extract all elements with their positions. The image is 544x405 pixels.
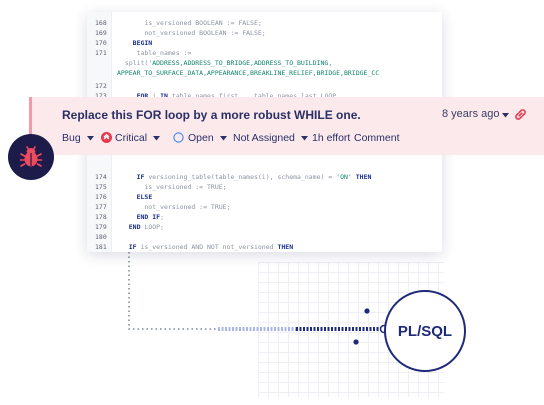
code-line: 169 not_versioned BOOLEAN := FALSE; <box>87 28 442 38</box>
line-number: 175 <box>95 183 107 191</box>
code-text: split('ADDRESS,ADDRESS_TO_BRIDGE,ADDRESS… <box>117 59 333 67</box>
code-text: IF versioning_table(table_names(i), sche… <box>136 173 372 181</box>
chevron-down-icon <box>300 135 308 141</box>
issue-type-dropdown[interactable]: Bug <box>62 132 94 144</box>
code-line: 178 END IF; <box>87 212 442 222</box>
code-line: split('ADDRESS,ADDRESS_TO_BRIDGE,ADDRESS… <box>87 58 442 68</box>
line-number: 178 <box>95 213 107 221</box>
code-line: 174 IF versioning_table(table_names(i), … <box>87 172 442 182</box>
code-line: 177 not_versioned := TRUE; <box>87 202 442 212</box>
code-line: 179 END LOOP; <box>87 222 442 232</box>
chevron-down-icon <box>153 135 161 141</box>
line-number: 174 <box>95 173 107 181</box>
code-text: END LOOP; <box>128 223 164 231</box>
code-line: 181 IF is_versioned AND NOT not_versione… <box>87 242 442 252</box>
code-text: not_versioned := TRUE; <box>117 203 231 211</box>
line-number: 181 <box>95 243 107 251</box>
code-text: BEGIN <box>132 39 153 47</box>
assignee-dropdown[interactable]: Not Assigned <box>233 132 308 144</box>
line-number: 179 <box>95 223 107 231</box>
issue-banner[interactable]: Replace this FOR loop by a more robust W… <box>29 97 544 155</box>
code-line: 180 <box>87 232 442 242</box>
line-number: 171 <box>95 49 107 57</box>
line-number: 169 <box>95 29 107 37</box>
code-line: APPEAR_TO_SURFACE_DATA,APPEARANCE,BREAKL… <box>87 68 442 78</box>
issue-title[interactable]: Replace this FOR loop by a more robust W… <box>62 108 361 122</box>
line-number: 176 <box>95 193 107 201</box>
chevron-down-icon <box>219 135 227 141</box>
code-text: is_versioned BOOLEAN := FALSE; <box>117 19 262 27</box>
severity-label: Critical <box>115 132 148 144</box>
assignee-label: Not Assigned <box>233 132 295 144</box>
issue-type-label: Bug <box>62 132 81 144</box>
code-text: APPEAR_TO_SURFACE_DATA,APPEARANCE,BREAKL… <box>117 69 380 77</box>
language-label: PL/SQL <box>397 322 453 340</box>
age-caret-icon[interactable] <box>502 113 509 118</box>
code-line: 171 table_names := <box>87 48 442 58</box>
code-text: ELSE <box>136 193 153 201</box>
code-line: 172 <box>87 81 442 91</box>
link-icon[interactable] <box>513 107 528 122</box>
chevron-down-icon <box>86 135 94 141</box>
bug-badge <box>8 134 54 180</box>
line-number: 172 <box>95 82 107 90</box>
line-number: 180 <box>95 233 107 241</box>
severity-dropdown[interactable]: Critical <box>101 132 161 144</box>
code-text: not_versioned BOOLEAN := FALSE; <box>117 29 266 37</box>
open-status-icon <box>173 132 184 143</box>
bug-icon <box>19 146 43 167</box>
code-text: END IF; <box>136 213 164 221</box>
code-line: 170 BEGIN <box>87 38 442 48</box>
code-line: 168 is_versioned BOOLEAN := FALSE; <box>87 18 442 28</box>
code-line: 176 ELSE <box>87 192 442 202</box>
line-number: 170 <box>95 39 107 47</box>
code-text: table_names := <box>117 49 192 57</box>
language-badge: PL/SQL <box>384 290 466 372</box>
code-text: IF is_versioned AND NOT not_versioned TH… <box>128 243 294 251</box>
critical-severity-icon <box>101 132 112 143</box>
comment-button[interactable]: Comment <box>354 132 400 144</box>
code-line: 175 is_versioned := TRUE; <box>87 182 442 192</box>
line-number: 177 <box>95 203 107 211</box>
issue-age[interactable]: 8 years ago <box>442 108 499 120</box>
effort-label: 1h effort <box>312 132 351 144</box>
line-number: 168 <box>95 19 107 27</box>
status-label: Open <box>188 132 214 144</box>
status-dropdown[interactable]: Open <box>173 132 227 144</box>
code-text: is_versioned := TRUE; <box>117 183 227 191</box>
